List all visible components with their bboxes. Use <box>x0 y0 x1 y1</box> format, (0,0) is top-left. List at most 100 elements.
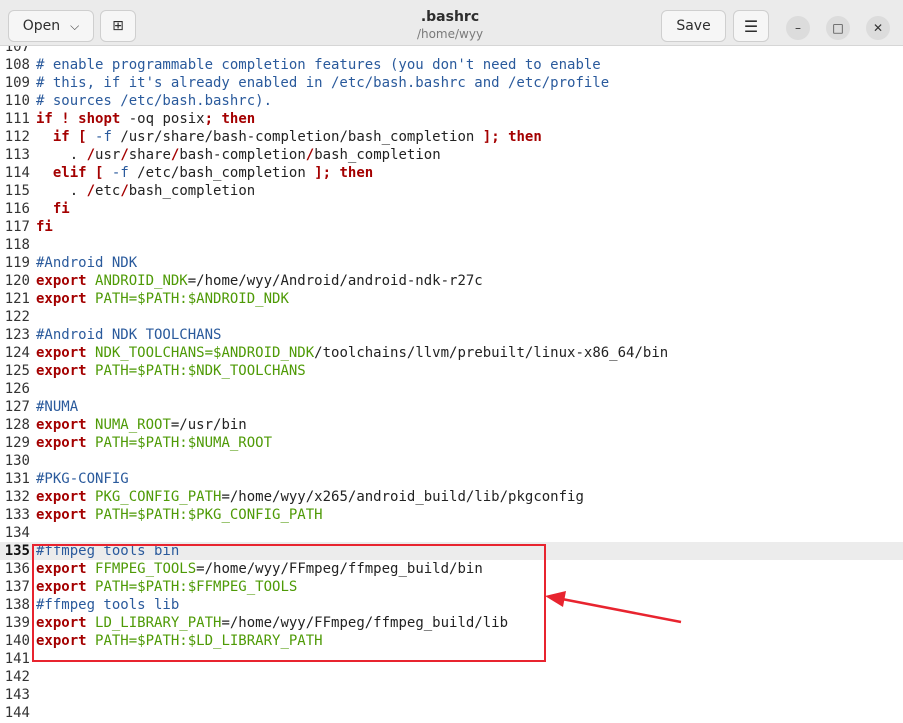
line-text: if ! shopt -oq posix; then <box>36 111 255 127</box>
line-text: export PATH=$PATH:$LD_LIBRARY_PATH <box>36 633 323 649</box>
code-token: /toolchains/llvm/prebuilt/linux-x86_64/b… <box>314 345 669 361</box>
line-text: fi <box>36 219 53 235</box>
code-token: ANDROID_NDK <box>95 273 188 289</box>
line-text: export PATH=$PATH:$FFMPEG_TOOLS <box>36 579 297 595</box>
new-tab-button[interactable]: ⊞ <box>100 10 136 42</box>
line-number: 124 <box>4 345 30 361</box>
code-line[interactable]: 129 export PATH=$PATH:$NUMA_ROOT <box>0 434 903 452</box>
code-line[interactable]: 134 <box>0 524 903 542</box>
code-line[interactable]: 121 export PATH=$PATH:$ANDROID_NDK <box>0 290 903 308</box>
code-line[interactable]: 140 export PATH=$PATH:$LD_LIBRARY_PATH <box>0 632 903 650</box>
code-token: fi <box>52 201 70 217</box>
line-number: 115 <box>4 183 30 199</box>
code-line[interactable]: 137 export PATH=$PATH:$FFMPEG_TOOLS <box>0 578 903 596</box>
line-text: #ffmpeg tools lib <box>36 597 179 613</box>
code-line[interactable]: 114 elif [ -f /etc/bash_completion ]; th… <box>0 164 903 182</box>
code-token: export <box>36 417 87 433</box>
code-token: elif <box>52 165 87 181</box>
code-line[interactable]: 132 export PKG_CONFIG_PATH=/home/wyy/x265… <box>0 488 903 506</box>
code-line[interactable]: 107 <box>0 46 903 56</box>
line-number: 113 <box>4 147 30 163</box>
line-number: 107 <box>4 46 30 55</box>
line-text: # sources /etc/bash.bashrc). <box>36 93 272 109</box>
code-token: export <box>36 561 87 577</box>
code-token: -f <box>95 129 112 145</box>
code-line[interactable]: 118 <box>0 236 903 254</box>
code-line[interactable]: 117 fi <box>0 218 903 236</box>
code-line[interactable]: 139 export LD_LIBRARY_PATH=/home/wyy/FFmp… <box>0 614 903 632</box>
line-number: 139 <box>4 615 30 631</box>
line-number: 131 <box>4 471 30 487</box>
line-number: 142 <box>4 669 30 685</box>
line-number: 122 <box>4 309 30 325</box>
code-line[interactable]: 136 export FFMPEG_TOOLS=/home/wyy/FFmpeg/… <box>0 560 903 578</box>
code-token: then <box>508 129 542 145</box>
code-line[interactable]: 124 export NDK_TOOLCHANS=$ANDROID_NDK/too… <box>0 344 903 362</box>
code-token: PATH=$PATH:$NUMA_ROOT <box>95 435 273 451</box>
open-button[interactable]: Open ⌵ <box>8 10 94 42</box>
code-line[interactable]: 133 export PATH=$PATH:$PKG_CONFIG_PATH <box>0 506 903 524</box>
code-line[interactable]: 113 . /usr/share/bash-completion/bash_co… <box>0 146 903 164</box>
line-number: 120 <box>4 273 30 289</box>
code-line[interactable]: 127 #NUMA <box>0 398 903 416</box>
code-line[interactable]: 126 <box>0 380 903 398</box>
code-line[interactable]: 111 if ! shopt -oq posix; then <box>0 110 903 128</box>
main-menu-button[interactable]: ☰ <box>733 10 769 42</box>
code-token: /etc/bash_completion <box>128 165 315 181</box>
code-line[interactable]: 125 export PATH=$PATH:$NDK_TOOLCHANS <box>0 362 903 380</box>
close-button[interactable]: ✕ <box>866 16 890 40</box>
code-line[interactable]: 135 #ffmpeg tools bin <box>0 542 903 560</box>
code-line[interactable]: 143 <box>0 686 903 704</box>
code-token: ! <box>61 111 70 127</box>
code-token: NUMA_ROOT <box>95 417 171 433</box>
line-number: 141 <box>4 651 30 667</box>
line-text: fi <box>36 201 70 217</box>
code-line[interactable]: 116 fi <box>0 200 903 218</box>
code-line[interactable]: 144 <box>0 704 903 722</box>
code-line[interactable]: 115 . /etc/bash_completion <box>0 182 903 200</box>
code-token: #ffmpeg tools bin <box>36 543 180 559</box>
code-line[interactable]: 141 <box>0 650 903 668</box>
code-line[interactable]: 120 export ANDROID_NDK=/home/wyy/Android/… <box>0 272 903 290</box>
code-token: . <box>36 147 87 163</box>
line-text: elif [ -f /etc/bash_completion ]; then <box>36 165 373 181</box>
code-token: usr <box>95 147 121 163</box>
code-line[interactable]: 123 #Android NDK TOOLCHANS <box>0 326 903 344</box>
line-number: 130 <box>4 453 30 469</box>
code-line[interactable]: 128 export NUMA_ROOT=/usr/bin <box>0 416 903 434</box>
code-line[interactable]: 131 #PKG-CONFIG <box>0 470 903 488</box>
code-token: fi <box>36 219 53 235</box>
code-line[interactable]: 108 # enable programmable completion feat… <box>0 56 903 74</box>
open-button-label: Open <box>22 18 61 34</box>
line-number: 114 <box>4 165 30 181</box>
code-line[interactable]: 130 <box>0 452 903 470</box>
code-line[interactable]: 110 # sources /etc/bash.bashrc). <box>0 92 903 110</box>
code-line[interactable]: 109 # this, if it's already enabled in /e… <box>0 74 903 92</box>
code-token: [ <box>78 129 87 145</box>
code-token: / <box>86 183 96 199</box>
editor-view[interactable]: 107 108 # enable programmable completion f… <box>0 46 903 723</box>
code-line[interactable]: 122 <box>0 308 903 326</box>
save-button[interactable]: Save <box>661 10 726 42</box>
code-token: bash_completion <box>128 183 256 199</box>
minimize-icon: – <box>795 21 801 35</box>
code-token: ]; <box>314 165 332 181</box>
line-text: . /etc/bash_completion <box>36 183 255 199</box>
maximize-button[interactable]: □ <box>826 16 850 40</box>
minimize-button[interactable]: – <box>786 16 810 40</box>
code-line[interactable]: 119 #Android NDK <box>0 254 903 272</box>
line-number: 108 <box>4 57 30 73</box>
code-line[interactable]: 112 if [ -f /usr/share/bash-completion/b… <box>0 128 903 146</box>
code-lines: 107 108 # enable programmable completion f… <box>0 46 903 722</box>
code-line[interactable]: 142 <box>0 668 903 686</box>
code-token: # enable programmable completion feature… <box>36 57 601 73</box>
code-line[interactable]: 138 #ffmpeg tools lib <box>0 596 903 614</box>
